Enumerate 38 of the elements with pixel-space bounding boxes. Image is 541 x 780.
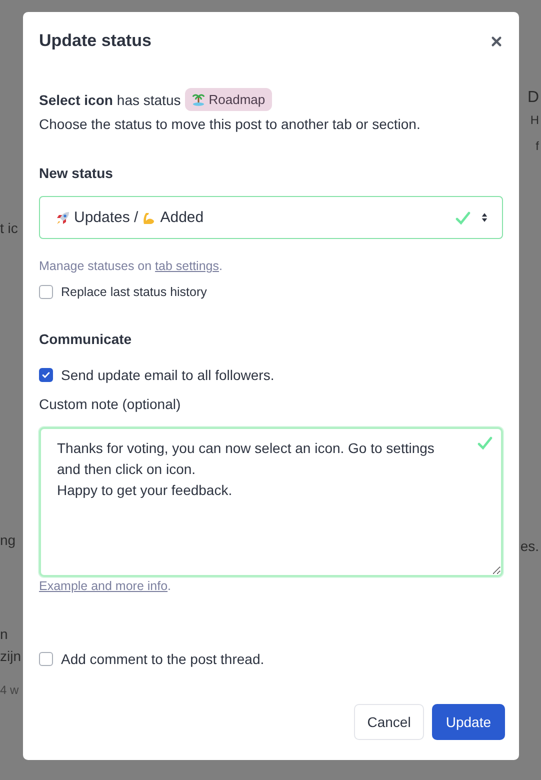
partial-text: 4 w	[0, 682, 19, 698]
field-label: Custom note (optional)	[39, 396, 182, 412]
rocket-icon	[55, 210, 71, 226]
checkbox[interactable]	[39, 285, 53, 299]
close-button[interactable]	[490, 34, 503, 48]
info-link[interactable]: Example and more info	[39, 579, 168, 593]
partial-text: t ic	[0, 220, 18, 236]
checkbox[interactable]	[39, 652, 53, 666]
partial-text: D	[527, 90, 539, 106]
partial-text: f	[536, 138, 539, 154]
checkbox-label: Replace last status history	[61, 285, 207, 299]
select-value: Updates /	[74, 209, 138, 226]
partial-text: zijn	[0, 648, 22, 664]
hint-text: Manage statuses on tab settings.	[39, 259, 224, 273]
tab-settings-link[interactable]: tab settings	[155, 259, 219, 273]
note-field[interactable]: Thanks for voting, you can now select an icon. Go to settings and then click on icon. Happy to get your feedback.	[39, 427, 503, 577]
partial-text: n	[0, 626, 8, 642]
status-badge: Roadmap	[184, 88, 272, 111]
section-heading: Communicate	[39, 331, 133, 347]
post-title: Select icon	[39, 92, 113, 108]
hint-text: Example and more info.	[39, 579, 172, 593]
status-text: has status	[116, 92, 181, 108]
dialog-title: Update status	[39, 31, 152, 51]
partial-text: es.	[520, 538, 539, 554]
status-select[interactable]: Updates / Added	[39, 196, 503, 239]
update-button[interactable]: Update	[432, 704, 505, 740]
checkbox-label: Add comment to the post thread.	[61, 651, 264, 667]
sort-arrows-icon	[481, 212, 488, 223]
checkbox[interactable]	[39, 368, 53, 382]
partial-text: ng	[0, 532, 16, 548]
section-heading: New status	[39, 165, 114, 181]
description-text: Choose the status to move this post to another tab or section.	[39, 116, 422, 132]
select-value: Added	[160, 209, 204, 226]
partial-text: H	[530, 112, 539, 128]
checkbox-label: Send update email to all followers.	[61, 367, 274, 383]
checkmark-icon	[41, 370, 51, 380]
island-icon	[192, 93, 205, 106]
cancel-button[interactable]: Cancel	[354, 704, 424, 740]
